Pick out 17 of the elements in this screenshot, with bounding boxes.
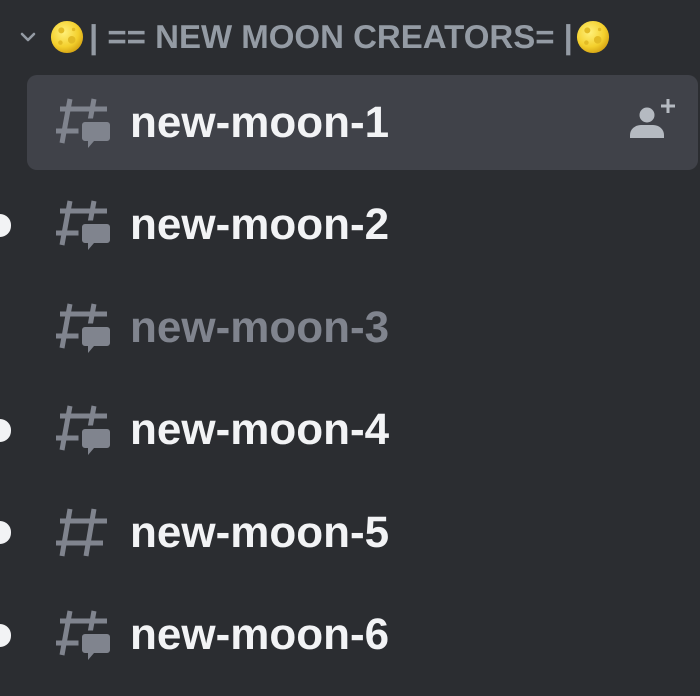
moon-icon <box>576 20 610 54</box>
channel-item[interactable]: new-moon-1 <box>27 75 698 170</box>
category-title[interactable]: | == NEW MOON CREATORS= | <box>89 18 573 56</box>
add-person-icon[interactable] <box>630 98 676 138</box>
channel-item[interactable]: new-moon-5 <box>27 485 698 580</box>
channel-item[interactable]: new-moon-2 <box>27 178 698 272</box>
hash-chat-icon <box>56 405 110 455</box>
hash-chat-icon <box>56 98 110 148</box>
chevron-icon[interactable] <box>20 32 36 42</box>
hash-icon <box>56 508 110 558</box>
channel-item[interactable]: new-moon-6 <box>27 588 698 682</box>
hash-chat-icon <box>56 610 110 660</box>
channel-item[interactable]: new-moon-4 <box>27 382 698 478</box>
moon-icon <box>50 20 84 54</box>
hash-chat-icon <box>56 302 110 352</box>
hash-chat-icon <box>56 200 110 250</box>
channel-item[interactable]: new-moon-3 <box>27 280 698 375</box>
